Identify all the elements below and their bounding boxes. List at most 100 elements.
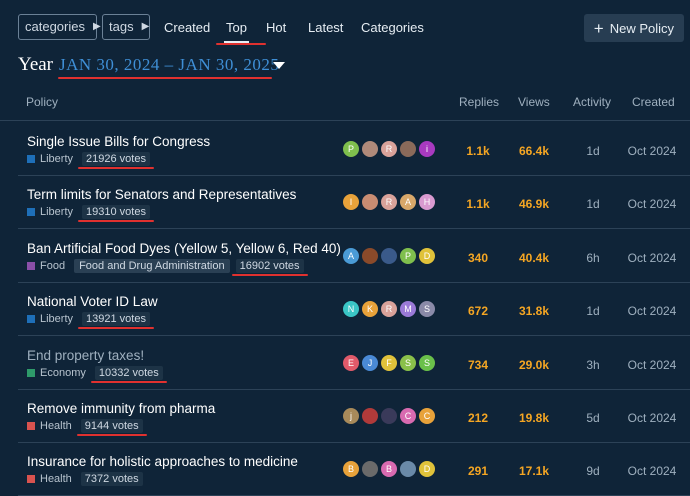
- category-label[interactable]: Health: [40, 473, 72, 485]
- avatar[interactable]: [362, 141, 378, 157]
- categories-filter-label: categories: [25, 19, 85, 34]
- avatar[interactable]: S: [419, 354, 435, 371]
- table-header: Policy Replies Views Activity Created: [0, 88, 690, 121]
- table-row[interactable]: Single Issue Bills for Congress Liberty 21…: [18, 122, 690, 176]
- category-label[interactable]: Economy: [40, 367, 86, 379]
- avatar[interactable]: P: [343, 141, 359, 157]
- activity-time[interactable]: 1d: [578, 304, 608, 318]
- category-label[interactable]: Liberty: [40, 153, 73, 165]
- replies-count[interactable]: 291: [458, 464, 498, 478]
- avatar[interactable]: B: [343, 461, 359, 478]
- avatar[interactable]: A: [400, 194, 416, 211]
- categories-filter[interactable]: categories ▶: [18, 14, 101, 40]
- avatar[interactable]: i: [419, 141, 435, 157]
- new-policy-label: New Policy: [609, 20, 674, 36]
- year-range-picker[interactable]: JAN 30, 2024 – JAN 30, 2025: [59, 55, 279, 75]
- policy-title-link[interactable]: Term limits for Senators and Representat…: [27, 187, 296, 202]
- tab-hot[interactable]: Hot: [266, 20, 286, 35]
- avatar[interactable]: S: [400, 354, 416, 371]
- created-date: Oct 2024: [627, 357, 677, 372]
- table-row[interactable]: Insurance for holistic approaches to med…: [18, 442, 690, 496]
- avatar[interactable]: F: [381, 354, 397, 371]
- category-label[interactable]: Food: [40, 260, 65, 272]
- avatar[interactable]: J: [362, 354, 378, 371]
- avatar[interactable]: S: [419, 301, 435, 318]
- avatar[interactable]: P: [400, 247, 416, 264]
- policy-title-link[interactable]: Insurance for holistic approaches to med…: [27, 454, 298, 469]
- policy-title-link[interactable]: Single Issue Bills for Congress: [27, 134, 210, 149]
- tag-badge[interactable]: Food and Drug Administration: [74, 258, 230, 273]
- avatar[interactable]: D: [419, 247, 435, 264]
- avatar[interactable]: [362, 461, 378, 478]
- poster-avatars: BBD: [343, 461, 435, 478]
- table-row[interactable]: End property taxes! Economy 10332 votes E J F…: [18, 336, 690, 390]
- avatar[interactable]: E: [343, 354, 359, 371]
- avatar[interactable]: [362, 194, 378, 211]
- header-views[interactable]: Views: [518, 95, 550, 109]
- avatar[interactable]: H: [419, 194, 435, 211]
- avatar[interactable]: [400, 461, 416, 478]
- avatar[interactable]: R: [381, 194, 397, 211]
- tab-top[interactable]: Top: [224, 20, 249, 43]
- avatar[interactable]: [362, 247, 378, 264]
- table-row[interactable]: Term limits for Senators and Representat…: [18, 175, 690, 230]
- activity-time[interactable]: 5d: [578, 411, 608, 425]
- plus-icon: +: [593, 18, 604, 38]
- created-date: Oct 2024: [627, 464, 677, 479]
- avatar[interactable]: [362, 408, 378, 424]
- avatar[interactable]: [400, 141, 416, 157]
- table-row[interactable]: National Voter ID Law Liberty 13921 votes N…: [18, 282, 690, 337]
- replies-count[interactable]: 672: [458, 304, 498, 318]
- avatar[interactable]: D: [419, 461, 435, 478]
- annotation-underline: [90, 380, 167, 383]
- avatar[interactable]: j: [343, 408, 359, 424]
- tab-created[interactable]: Created: [164, 20, 210, 35]
- policy-title-link[interactable]: Ban Artificial Food Dyes (Yellow 5, Yell…: [27, 241, 341, 256]
- category-label[interactable]: Liberty: [40, 313, 73, 325]
- avatar[interactable]: [381, 408, 397, 424]
- tab-categories[interactable]: Categories: [361, 20, 424, 35]
- policy-title-link[interactable]: End property taxes!: [27, 348, 144, 363]
- category-color-swatch: [27, 315, 35, 324]
- views-count: 19.8k: [518, 411, 550, 425]
- replies-count[interactable]: 1.1k: [458, 197, 498, 211]
- vote-count: 9144 votes: [80, 419, 143, 433]
- avatar[interactable]: A: [343, 247, 359, 264]
- replies-count[interactable]: 212: [458, 411, 498, 425]
- activity-time[interactable]: 9d: [578, 464, 608, 478]
- avatar[interactable]: M: [400, 301, 416, 318]
- policy-meta: Liberty 13921 votes: [27, 312, 150, 327]
- table-row[interactable]: Ban Artificial Food Dyes (Yellow 5, Yell…: [18, 229, 690, 283]
- avatar[interactable]: N: [343, 301, 359, 318]
- views-count: 46.9k: [518, 197, 550, 212]
- avatar[interactable]: C: [419, 408, 435, 424]
- new-policy-button[interactable]: + New Policy: [583, 14, 684, 42]
- avatar[interactable]: [381, 247, 397, 264]
- avatar[interactable]: C: [400, 408, 416, 424]
- header-created[interactable]: Created: [632, 95, 675, 109]
- avatar[interactable]: B: [381, 461, 397, 478]
- activity-time[interactable]: 1d: [578, 197, 608, 211]
- tags-filter[interactable]: tags ▶: [102, 14, 150, 40]
- header-activity[interactable]: Activity: [573, 95, 611, 109]
- poster-avatars: NKRMS: [343, 301, 435, 318]
- header-replies[interactable]: Replies: [459, 95, 499, 109]
- category-label[interactable]: Liberty: [40, 206, 73, 218]
- replies-count[interactable]: 734: [458, 358, 498, 372]
- activity-time[interactable]: 3h: [578, 358, 608, 372]
- policy-title-link[interactable]: Remove immunity from pharma: [27, 401, 215, 416]
- avatar[interactable]: R: [381, 301, 397, 318]
- activity-time[interactable]: 1d: [578, 144, 608, 158]
- policy-title-link[interactable]: National Voter ID Law: [27, 294, 158, 309]
- table-row[interactable]: Remove immunity from pharma Health 9144 vo…: [18, 389, 690, 443]
- caret-down-icon[interactable]: [273, 62, 285, 69]
- category-label[interactable]: Health: [40, 420, 72, 432]
- avatar[interactable]: K: [362, 301, 378, 318]
- replies-count[interactable]: 1.1k: [458, 144, 498, 158]
- header-policy[interactable]: Policy: [26, 95, 58, 109]
- avatar[interactable]: R: [381, 141, 397, 157]
- avatar[interactable]: I: [343, 194, 359, 211]
- tab-latest[interactable]: Latest: [308, 20, 343, 35]
- replies-count[interactable]: 340: [458, 251, 498, 265]
- activity-time[interactable]: 6h: [578, 251, 608, 265]
